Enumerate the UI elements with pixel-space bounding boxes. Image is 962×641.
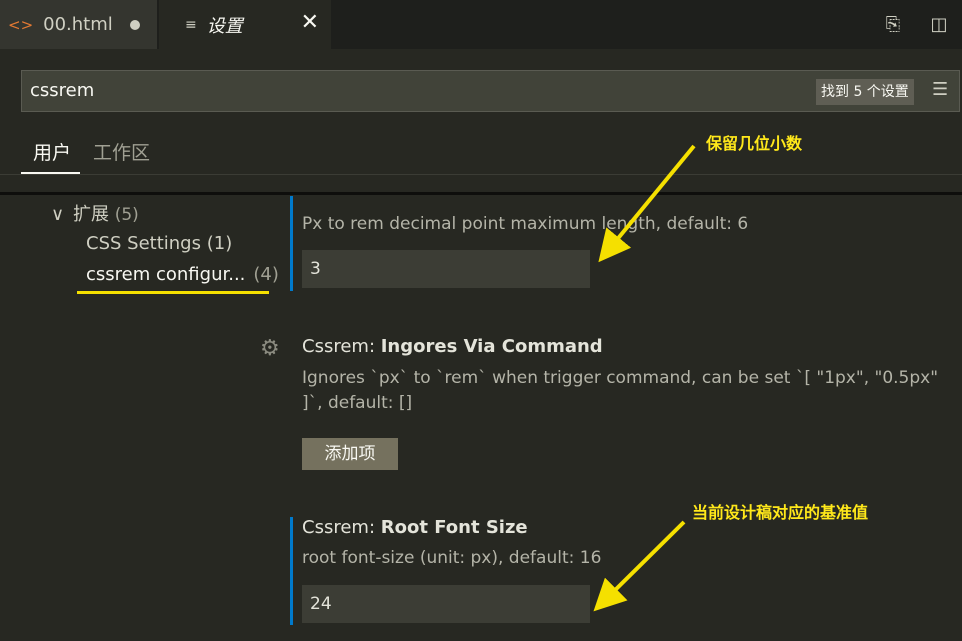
arrow-to-root-font-size <box>593 520 686 612</box>
annotation-arrows <box>593 144 696 612</box>
arrow-to-fixed-digits <box>598 144 696 263</box>
